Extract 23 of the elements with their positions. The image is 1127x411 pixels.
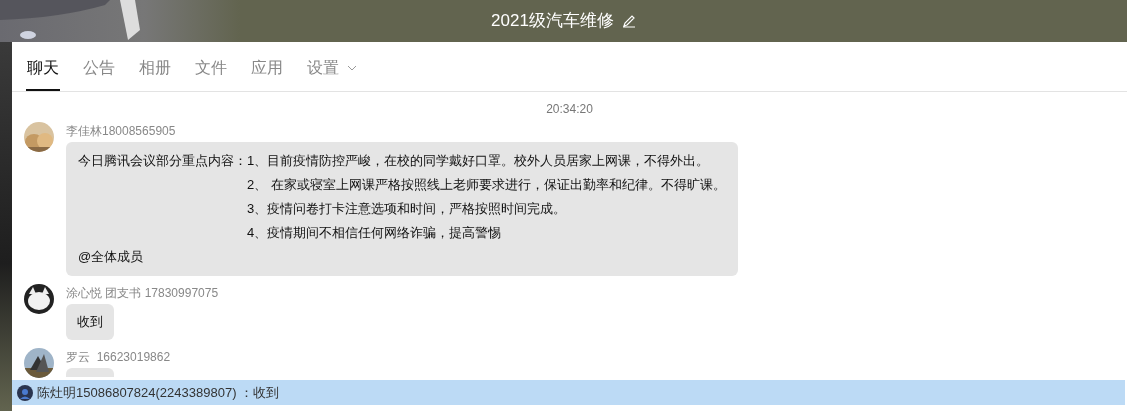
- avatar-icon: [17, 384, 33, 401]
- message-text: 今日腾讯会议部分重点内容：: [78, 152, 247, 170]
- notification-text: 陈灶明15086807824(2243389807) ：收到: [37, 383, 280, 402]
- message-bubble: 收到: [66, 304, 114, 340]
- sender-name: 李佳林18008565905: [66, 123, 177, 140]
- tab[interactable]: 文件: [194, 56, 228, 91]
- message-text: 2、 在家或寝室上网课严格按照线上老师要求进行，保证出勤率和纪律。不得旷课。: [247, 176, 726, 194]
- notification-bar[interactable]: 陈灶明15086807824(2243389807) ：收到: [12, 380, 1125, 405]
- edit-icon[interactable]: [621, 14, 636, 28]
- tab[interactable]: 聊天: [26, 56, 60, 91]
- sender-name: 罗云 16623019862: [66, 349, 171, 366]
- tab[interactable]: 应用: [250, 56, 284, 91]
- timestamp: 20:34:20: [546, 101, 593, 118]
- message-text: 3、疫情问卷打卡注意选项和时间，严格按照时间完成。: [247, 200, 568, 218]
- tab[interactable]: 设置: [306, 56, 358, 91]
- message-text: 1、目前疫情防控严峻，在校的同学戴好口罩。校外人员居家上网课，不得外出。: [247, 152, 711, 170]
- mention-text: @全体成员: [78, 248, 145, 266]
- sender-name: 涂心悦 团支书 17830997075: [66, 285, 219, 302]
- message-text: 4、疫情期间不相信任何网络诈骗，提高警惕: [247, 224, 503, 242]
- tab[interactable]: 公告: [82, 56, 116, 91]
- window-title: 2021级汽车维修: [491, 10, 614, 33]
- tab[interactable]: 相册: [138, 56, 172, 91]
- message-bubble: [66, 368, 114, 377]
